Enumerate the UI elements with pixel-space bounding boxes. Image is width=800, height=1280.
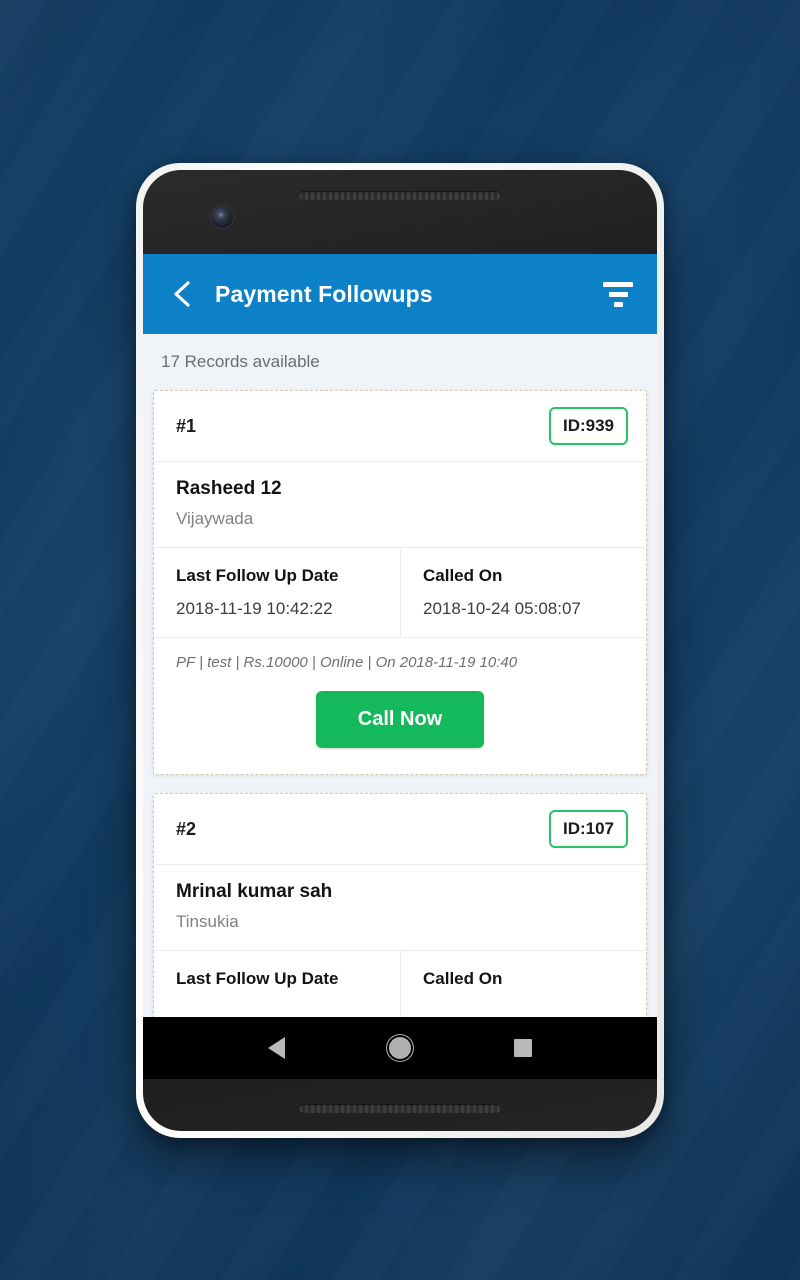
followup-card[interactable]: #2 ID:107 Mrinal kumar sah Tinsukia Last… — [153, 793, 647, 1022]
app-header-bar: Payment Followups — [143, 254, 657, 334]
card-dates-row: Last Follow Up Date 2018-11-19 10:42:22 … — [154, 548, 646, 638]
earpiece-speaker-grille — [299, 191, 501, 200]
filter-bar-middle — [608, 291, 628, 297]
payment-note: PF | test | Rs.10000 | Online | On 2018-… — [176, 654, 518, 671]
records-summary-strip: 17 Records available — [143, 334, 657, 390]
card-index-label: #2 — [176, 818, 197, 839]
phone-screen: Payment Followups 17 Records available #… — [143, 254, 657, 1034]
page-title: Payment Followups — [215, 280, 433, 307]
nav-home-circle — [388, 1037, 411, 1059]
nav-back-icon[interactable] — [255, 1026, 299, 1070]
nav-home-icon[interactable] — [378, 1026, 422, 1070]
called-on-value: 2018-10-24 05:08:07 — [423, 599, 581, 618]
phone-device-frame: Payment Followups 17 Records available #… — [136, 163, 664, 1138]
last-follow-up-label: Last Follow Up Date — [176, 566, 339, 585]
last-follow-up-column: Last Follow Up Date 2018-11-19 10:42:22 — [154, 548, 400, 637]
filter-icon[interactable] — [601, 279, 635, 309]
card-action-row: Call Now — [154, 685, 646, 774]
customer-city: Tinsukia — [176, 912, 239, 931]
front-camera-icon — [211, 206, 233, 228]
called-on-column: Called On 2018-10-24 05:08:07 — [400, 548, 646, 637]
phone-body: Payment Followups 17 Records available #… — [143, 170, 657, 1131]
last-follow-up-column: Last Follow Up Date — [154, 951, 400, 1020]
card-header-row: #1 ID:939 — [154, 391, 646, 462]
card-person-block: Rasheed 12 Vijaywada — [154, 462, 646, 548]
followups-list: #1 ID:939 Rasheed 12 Vijaywada Last Foll… — [143, 390, 657, 1022]
records-count-label: 17 Records available — [161, 352, 320, 371]
nav-back-triangle — [268, 1037, 286, 1059]
last-follow-up-value: 2018-11-19 10:42:22 — [176, 599, 333, 618]
customer-name: Rasheed 12 — [176, 478, 282, 499]
called-on-label: Called On — [423, 969, 503, 988]
called-on-column: Called On — [400, 951, 646, 1020]
last-follow-up-label: Last Follow Up Date — [176, 969, 339, 988]
followup-card[interactable]: #1 ID:939 Rasheed 12 Vijaywada Last Foll… — [153, 390, 647, 775]
nav-recents-square — [514, 1039, 533, 1057]
customer-city: Vijaywada — [176, 509, 254, 528]
card-dates-row: Last Follow Up Date Called On — [154, 951, 646, 1021]
called-on-label: Called On — [423, 566, 503, 585]
call-now-button[interactable]: Call Now — [315, 691, 485, 748]
card-person-block: Mrinal kumar sah Tinsukia — [154, 865, 646, 951]
filter-bar-top — [603, 281, 633, 287]
card-index-label: #1 — [176, 415, 197, 436]
status-badge: ID:939 — [548, 407, 628, 445]
filter-bar-bottom — [613, 301, 623, 307]
nav-recents-icon[interactable] — [501, 1026, 545, 1070]
customer-name: Mrinal kumar sah — [176, 881, 333, 902]
chevron-left-icon[interactable] — [169, 279, 195, 309]
status-badge: ID:107 — [548, 810, 628, 848]
android-navigation-bar — [143, 1017, 657, 1079]
card-header-row: #2 ID:107 — [154, 794, 646, 865]
bottom-speaker-grille — [299, 1104, 501, 1113]
